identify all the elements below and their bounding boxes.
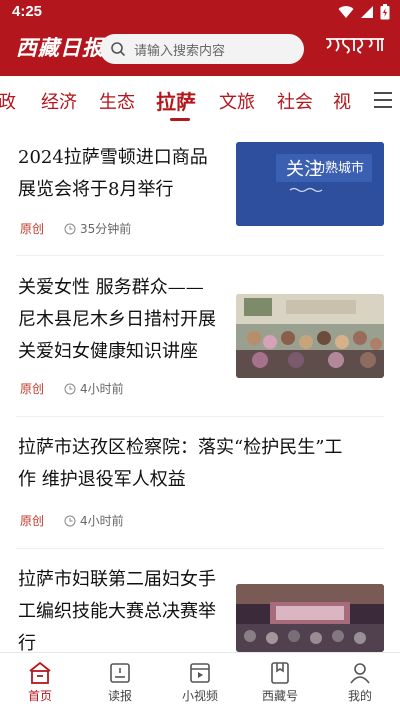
search-icon xyxy=(111,42,126,57)
signal-icon xyxy=(361,6,373,18)
bookmark-icon xyxy=(271,662,289,684)
divider xyxy=(16,416,384,417)
original-tag: 原创 xyxy=(20,382,45,396)
thumbnail-text-2: 功熟城市 xyxy=(312,160,364,176)
nav-short-video[interactable]: 小视频 xyxy=(160,653,240,711)
bottom-nav: 首页 读报 小视频 西藏号 我的 xyxy=(0,652,400,711)
article-meta: 原创 35分钟前 xyxy=(20,220,131,237)
article-thumbnail[interactable] xyxy=(236,294,384,378)
nav-home-label: 首页 xyxy=(27,689,52,703)
nav-newspaper[interactable]: 读报 xyxy=(80,653,160,711)
article-time: 35分钟前 xyxy=(80,222,132,236)
tab-economy[interactable]: 经济 xyxy=(41,88,77,114)
divider xyxy=(16,548,384,549)
article-title: 2024拉萨雪顿进口商品 展览会将于8月举行 xyxy=(18,147,208,200)
original-tag: 原创 xyxy=(20,222,45,236)
menu-icon[interactable] xyxy=(368,86,400,116)
tab-society[interactable]: 社会 xyxy=(277,88,313,114)
article-thumbnail[interactable]: 关注 功熟城市 xyxy=(236,142,384,226)
article-thumbnail[interactable] xyxy=(236,584,384,652)
tibetan-logo[interactable] xyxy=(324,34,386,56)
article-title: 拉萨市妇联第二届妇女手 工编织技能大赛总决赛举 行 xyxy=(18,569,216,654)
app-logo[interactable]: 西藏日报 xyxy=(16,32,104,62)
nav-profile-label: 我的 xyxy=(347,689,372,703)
article-meta: 原创 4小时前 xyxy=(20,512,124,529)
nav-xizang-hao[interactable]: 西藏号 xyxy=(240,653,320,711)
app-bar: 西藏日报 请输入搜索内容 xyxy=(0,28,400,72)
tab-video[interactable]: 视 xyxy=(333,88,351,114)
user-icon xyxy=(350,663,370,684)
clock-icon xyxy=(64,223,76,234)
search-box[interactable]: 请输入搜索内容 xyxy=(100,34,304,64)
article-time: 4小时前 xyxy=(80,382,124,396)
newspaper-icon xyxy=(110,663,130,683)
nav-xizang-hao-label: 西藏号 xyxy=(261,689,298,703)
article-meta: 原创 4小时前 xyxy=(20,380,124,397)
category-tabs: 政 经济 生态 拉萨 文旅 社会 视 xyxy=(0,78,400,124)
video-icon xyxy=(190,663,210,683)
wifi-icon xyxy=(338,6,354,19)
tab-lhasa[interactable]: 拉萨 xyxy=(156,86,196,115)
status-icons xyxy=(338,4,390,20)
nav-profile[interactable]: 我的 xyxy=(320,653,400,711)
nav-short-video-label: 小视频 xyxy=(181,689,218,703)
tab-ecology[interactable]: 生态 xyxy=(99,88,135,114)
nav-newspaper-label: 读报 xyxy=(107,689,132,703)
original-tag: 原创 xyxy=(20,514,45,528)
tab-culture-tourism[interactable]: 文旅 xyxy=(219,88,255,114)
article-title: 关爱女性 服务群众—— 尼木县尼木乡日措村开展 关爱妇女健康知识讲座 xyxy=(18,277,216,362)
divider xyxy=(16,255,384,256)
article-time: 4小时前 xyxy=(80,514,124,528)
status-time: 4:25 xyxy=(12,3,43,20)
home-icon xyxy=(29,661,51,684)
article-title: 拉萨市达孜区检察院：落实“检护民生”工 作 维护退役军人权益 xyxy=(18,437,343,490)
app-header: 4:25 西藏日报 请输入搜索内容 xyxy=(0,0,400,76)
battery-icon xyxy=(380,4,390,20)
clock-icon xyxy=(64,383,76,394)
tab-politics[interactable]: 政 xyxy=(0,88,16,114)
nav-home[interactable]: 首页 xyxy=(0,653,80,711)
active-tab-indicator xyxy=(170,118,190,121)
search-placeholder: 请输入搜索内容 xyxy=(134,43,226,59)
clock-icon xyxy=(64,515,76,526)
status-bar: 4:25 xyxy=(0,0,400,24)
